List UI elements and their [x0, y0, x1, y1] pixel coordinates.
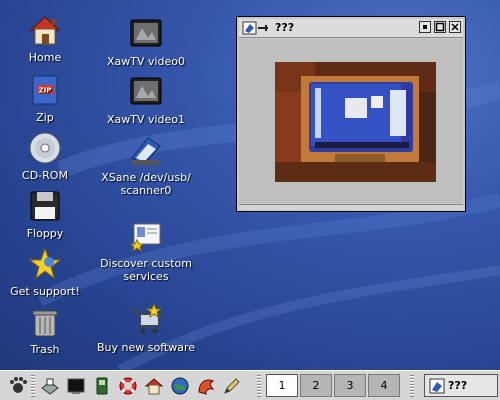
minimize-icon [423, 25, 427, 29]
desktop-icon-label: XawTV video0 [106, 55, 186, 68]
shopping-cart-icon [132, 302, 163, 334]
printer-icon[interactable] [40, 376, 60, 396]
desktop-icon-label: Get support! [10, 285, 80, 298]
workspace-label: 4 [380, 379, 388, 392]
floppy-icon [30, 191, 60, 221]
workspace-3-button[interactable]: 3 [334, 374, 366, 397]
home-icon [29, 16, 61, 45]
desktop-icon-label: Zip [36, 111, 54, 124]
workspace-1-button[interactable]: 1 [266, 374, 298, 397]
desktop-icon-label: Discover custom services [100, 257, 192, 283]
desktop-icon-label: CD-ROM [22, 169, 68, 182]
close-icon [451, 23, 459, 31]
desktop-icon-home[interactable]: Home [14, 12, 76, 64]
cdrom-icon [29, 132, 61, 164]
workspace-label: 1 [278, 379, 286, 392]
tv-icon [130, 19, 162, 47]
terminal-icon[interactable] [66, 376, 86, 396]
desktop-icon-buy-software[interactable]: Buy new software [92, 302, 200, 354]
video-frame [275, 62, 436, 182]
window-menu-icon[interactable] [242, 21, 272, 35]
window-app-icon [429, 378, 445, 394]
tasklist-label: ??? [448, 379, 468, 392]
tasklist-button[interactable]: ??? [424, 374, 498, 397]
zip-disk-icon: ZIP [32, 75, 58, 105]
desktop-icon-trash[interactable]: Trash [14, 304, 76, 356]
globe-icon[interactable] [170, 376, 190, 396]
window-resize-border[interactable] [239, 204, 463, 210]
lifebuoy-icon[interactable] [118, 376, 138, 396]
maximize-button[interactable] [434, 21, 446, 33]
desktop-icon-label: Buy new software [97, 341, 195, 354]
close-button[interactable] [449, 21, 461, 33]
workspace-label: 3 [346, 379, 354, 392]
desktop-icon-zip[interactable]: ZIP Zip [14, 72, 76, 124]
services-card-icon [129, 223, 161, 253]
desktop-icon-get-support[interactable]: Get support! [8, 246, 82, 298]
minimize-button[interactable] [419, 21, 431, 33]
workspace-label: 2 [312, 379, 320, 392]
panel-separator [31, 375, 35, 397]
desktop-icon-floppy[interactable]: Floppy [14, 188, 76, 240]
desktop-icon-label: XawTV video1 [106, 113, 186, 126]
pencil-icon[interactable] [222, 376, 242, 396]
phone-icon[interactable] [92, 376, 112, 396]
desktop-icon-cdrom[interactable]: CD-ROM [14, 130, 76, 182]
desktop-icon-xawtv-video1[interactable]: XawTV video1 [98, 74, 194, 126]
panel-separator [410, 375, 414, 397]
window-title: ??? [275, 21, 295, 34]
window-content [239, 39, 463, 203]
support-star-icon [28, 247, 62, 280]
scanner-icon [131, 137, 161, 165]
desktop-icon-discover-services[interactable]: Discover custom services [92, 218, 200, 283]
mozilla-icon[interactable] [196, 376, 216, 396]
workspace-2-button[interactable]: 2 [300, 374, 332, 397]
desktop: Home ZIP Zip CD-ROM Floppy Get support! [0, 0, 500, 370]
desktop-icon-xsane-scanner[interactable]: XSane /dev/usb/ scanner0 [94, 132, 198, 197]
home-icon[interactable] [144, 376, 164, 396]
maximize-icon [435, 22, 445, 32]
panel-separator [257, 375, 261, 397]
window-titlebar[interactable]: ??? [239, 19, 463, 38]
tv-icon [130, 77, 162, 105]
video-window[interactable]: ??? [236, 16, 466, 212]
desktop-icon-xawtv-video0[interactable]: XawTV video0 [98, 16, 194, 68]
desktop-icon-label: Trash [30, 343, 60, 356]
desktop-icon-label: Home [28, 51, 62, 64]
trash-icon [32, 310, 58, 337]
workspace-4-button[interactable]: 4 [368, 374, 400, 397]
desktop-icon-label: Floppy [26, 227, 64, 240]
svg-text:ZIP: ZIP [39, 87, 52, 95]
panel: 1 2 3 4 ??? [0, 370, 500, 400]
gnome-foot-icon[interactable] [8, 376, 28, 396]
desktop-icon-label: XSane /dev/usb/ scanner0 [101, 171, 191, 197]
